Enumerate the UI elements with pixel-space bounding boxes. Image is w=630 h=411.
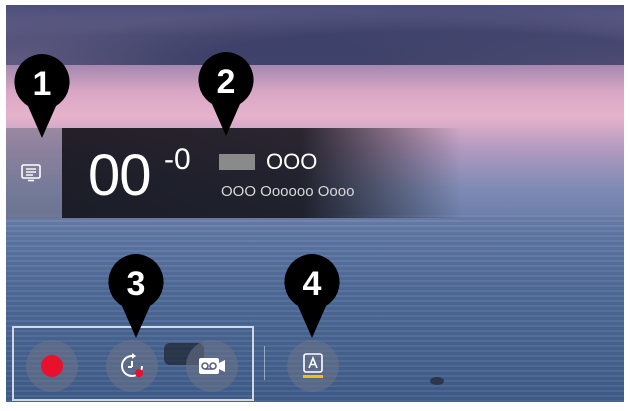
callout-marker-3: 3 (104, 252, 168, 342)
timer-record-icon (121, 353, 143, 377)
marker-number: 2 (216, 62, 236, 101)
marker-number: 1 (32, 64, 52, 103)
record-button[interactable] (26, 340, 78, 392)
timer-record-button[interactable] (106, 340, 158, 392)
background-rock-small (430, 377, 444, 385)
marker-number: 4 (302, 264, 322, 303)
channel-number: 00 (88, 143, 152, 208)
accessibility-button[interactable] (287, 340, 339, 392)
channel-name: OOO (266, 149, 318, 174)
recordings-icon (199, 358, 225, 374)
callout-marker-1: 1 (10, 52, 74, 142)
button-divider (264, 346, 265, 380)
channel-subnumber: -0 (164, 143, 191, 176)
marker-number: 3 (126, 264, 146, 303)
callout-marker-4: 4 (280, 252, 344, 342)
record-icon (41, 355, 63, 377)
channel-logo (219, 154, 255, 170)
mountains-background (6, 5, 624, 65)
program-title: OOO Oooooo Oooo (221, 183, 355, 200)
recordings-button[interactable] (186, 340, 238, 392)
accessibility-icon (303, 353, 323, 378)
channel-info-icon[interactable] (20, 164, 42, 182)
callout-marker-2: 2 (194, 50, 258, 140)
